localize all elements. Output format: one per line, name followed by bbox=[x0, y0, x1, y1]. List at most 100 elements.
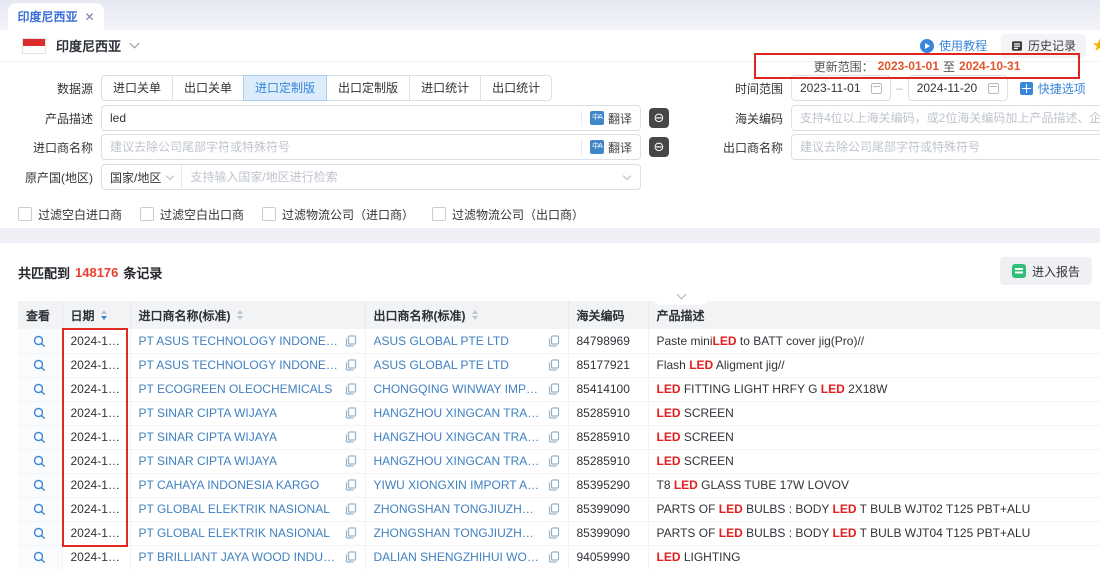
exporter-link[interactable]: HANGZHOU XINGCAN TRADING CO LTD bbox=[374, 430, 542, 444]
column-header[interactable]: 出口商名称(标准) bbox=[365, 301, 568, 329]
importer-input[interactable] bbox=[102, 135, 581, 159]
origin-type-select[interactable]: 国家/地区 bbox=[102, 165, 182, 189]
translate-button[interactable]: 中A 翻译 bbox=[581, 139, 640, 155]
copy-icon[interactable] bbox=[345, 503, 357, 515]
column-header[interactable]: 进口商名称(标准) bbox=[130, 301, 365, 329]
filter-checkbox[interactable]: 过滤空白出口商 bbox=[140, 206, 244, 223]
copy-icon[interactable] bbox=[548, 551, 560, 563]
importer-link[interactable]: PT SINAR CIPTA WIJAYA bbox=[139, 430, 339, 444]
copy-icon[interactable] bbox=[548, 503, 560, 515]
origin-search-input[interactable] bbox=[182, 165, 624, 189]
filter-checkbox[interactable]: 过滤物流公司（进口商） bbox=[262, 206, 414, 223]
exporter-link[interactable]: YIWU XIONGXIN IMPORT AND EXPORT... bbox=[374, 478, 542, 492]
copy-icon[interactable] bbox=[548, 527, 560, 539]
view-magnifier-icon[interactable] bbox=[33, 503, 46, 516]
importer-link[interactable]: PT SINAR CIPTA WIJAYA bbox=[139, 406, 339, 420]
importer-link[interactable]: PT BRILLIANT JAYA WOOD INDUSTRY bbox=[139, 550, 339, 564]
copy-icon[interactable] bbox=[345, 455, 357, 467]
exporter-link[interactable]: HANGZHOU XINGCAN TRADING CO LTD bbox=[374, 454, 542, 468]
checkbox-icon[interactable] bbox=[140, 207, 154, 221]
view-magnifier-icon[interactable] bbox=[33, 551, 46, 564]
view-cell[interactable] bbox=[18, 425, 62, 449]
view-cell[interactable] bbox=[18, 449, 62, 473]
filter-checkbox[interactable]: 过滤空白进口商 bbox=[18, 206, 122, 223]
chevron-down-icon[interactable] bbox=[623, 172, 631, 180]
collapse-panel-handle[interactable] bbox=[652, 290, 710, 305]
copy-icon[interactable] bbox=[548, 359, 560, 371]
importer-link[interactable]: PT CAHAYA INDONESIA KARGO bbox=[139, 478, 339, 492]
tab-close-icon[interactable]: ✕ bbox=[84, 10, 94, 24]
data-source-tab[interactable]: 进口统计 bbox=[409, 75, 481, 101]
data-source-tab[interactable]: 进口关单 bbox=[101, 75, 173, 101]
copy-icon[interactable] bbox=[548, 479, 560, 491]
view-cell[interactable] bbox=[18, 473, 62, 497]
enter-report-button[interactable]: 进入报告 bbox=[1000, 257, 1092, 285]
exporter-link[interactable]: ZHONGSHAN TONGJIUZHOU INTERNA... bbox=[374, 502, 542, 516]
exporter-link[interactable]: ASUS GLOBAL PTE LTD bbox=[374, 334, 542, 348]
column-header[interactable]: 日期 bbox=[62, 301, 130, 329]
copy-icon[interactable] bbox=[345, 359, 357, 371]
filter-checkbox[interactable]: 过滤物流公司（出口商） bbox=[432, 206, 584, 223]
sort-icon[interactable] bbox=[237, 310, 243, 320]
copy-icon[interactable] bbox=[548, 383, 560, 395]
view-cell[interactable] bbox=[18, 377, 62, 401]
copy-icon[interactable] bbox=[548, 455, 560, 467]
view-cell[interactable] bbox=[18, 545, 62, 569]
tutorial-link[interactable]: 使用教程 bbox=[920, 37, 987, 54]
view-magnifier-icon[interactable] bbox=[33, 407, 46, 420]
view-cell[interactable] bbox=[18, 401, 62, 425]
view-magnifier-icon[interactable] bbox=[33, 527, 46, 540]
copy-icon[interactable] bbox=[548, 407, 560, 419]
favorite-star-icon[interactable]: ★ bbox=[1092, 36, 1100, 56]
importer-link[interactable]: PT ASUS TECHNOLOGY INDONESIA BA... bbox=[139, 358, 339, 372]
importer-link[interactable]: PT ASUS TECHNOLOGY INDONESIA BA... bbox=[139, 334, 339, 348]
checkbox-icon[interactable] bbox=[18, 207, 32, 221]
sort-icon[interactable] bbox=[472, 310, 478, 320]
copy-icon[interactable] bbox=[345, 527, 357, 539]
data-source-tab[interactable]: 进口定制版 bbox=[243, 75, 327, 101]
tab-indonesia[interactable]: 印度尼西亚 ✕ bbox=[8, 3, 104, 30]
importer-link[interactable]: PT ECOGREEN OLEOCHEMICALS bbox=[139, 382, 339, 396]
importer-link[interactable]: PT GLOBAL ELEKTRIK NASIONAL bbox=[139, 526, 339, 540]
importer-link[interactable]: PT SINAR CIPTA WIJAYA bbox=[139, 454, 339, 468]
view-cell[interactable] bbox=[18, 497, 62, 521]
exporter-link[interactable]: ASUS GLOBAL PTE LTD bbox=[374, 358, 542, 372]
exporter-input[interactable] bbox=[792, 135, 1100, 159]
product-desc-input[interactable] bbox=[102, 106, 581, 130]
importer-link[interactable]: PT GLOBAL ELEKTRIK NASIONAL bbox=[139, 502, 339, 516]
copy-icon[interactable] bbox=[345, 383, 357, 395]
checkbox-icon[interactable] bbox=[432, 207, 446, 221]
data-source-tab[interactable]: 出口定制版 bbox=[326, 75, 410, 101]
exporter-link[interactable]: DALIAN SHENGZHIHUI WOOD INDUST... bbox=[374, 550, 542, 564]
view-cell[interactable] bbox=[18, 329, 62, 353]
view-magnifier-icon[interactable] bbox=[33, 479, 46, 492]
chevron-down-icon[interactable] bbox=[130, 39, 140, 49]
copy-icon[interactable] bbox=[345, 407, 357, 419]
exporter-link[interactable]: HANGZHOU XINGCAN TRADING CO LTD bbox=[374, 406, 542, 420]
sort-icon[interactable] bbox=[101, 310, 107, 320]
exporter-link[interactable]: CHONGQING WINWAY IMPORT AND E... bbox=[374, 382, 542, 396]
date-cell: 2024-10-31 bbox=[62, 497, 130, 521]
checkbox-icon[interactable] bbox=[262, 207, 276, 221]
quick-options-link[interactable]: 快捷选项 bbox=[1020, 80, 1086, 97]
copy-icon[interactable] bbox=[345, 551, 357, 563]
copy-icon[interactable] bbox=[345, 335, 357, 347]
translate-button[interactable]: 中A 翻译 bbox=[581, 110, 640, 126]
data-source-tab[interactable]: 出口关单 bbox=[172, 75, 244, 101]
copy-icon[interactable] bbox=[548, 335, 560, 347]
view-cell[interactable] bbox=[18, 353, 62, 377]
view-magnifier-icon[interactable] bbox=[33, 383, 46, 396]
copy-icon[interactable] bbox=[548, 431, 560, 443]
copy-icon[interactable] bbox=[345, 431, 357, 443]
copy-icon[interactable] bbox=[345, 479, 357, 491]
view-magnifier-icon[interactable] bbox=[33, 359, 46, 372]
view-cell[interactable] bbox=[18, 521, 62, 545]
hs-code-input[interactable] bbox=[792, 106, 1100, 130]
view-magnifier-icon[interactable] bbox=[33, 335, 46, 348]
view-magnifier-icon[interactable] bbox=[33, 455, 46, 468]
view-magnifier-icon[interactable] bbox=[33, 431, 46, 444]
data-source-tab[interactable]: 出口统计 bbox=[480, 75, 552, 101]
exact-search-icon[interactable]: ⊖ bbox=[649, 108, 669, 128]
exporter-link[interactable]: ZHONGSHAN TONGJIUZHOU INTERNA... bbox=[374, 526, 542, 540]
exact-search-icon[interactable]: ⊖ bbox=[649, 137, 669, 157]
